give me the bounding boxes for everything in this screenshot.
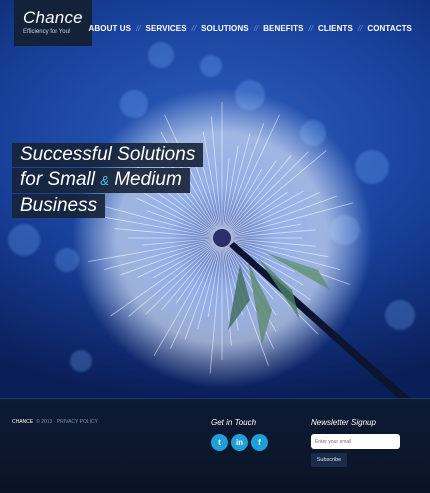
headline-line-1: Successful Solutions	[12, 143, 204, 167]
nav-item-about-us[interactable]: ABOUT US	[89, 24, 132, 33]
hero-headline: Successful Solutions for Small & Medium …	[12, 143, 204, 219]
social-links: t in f	[211, 434, 271, 451]
copyright-text[interactable]: © 2013 · PRIVACY POLICY	[36, 419, 98, 425]
nav-separator: //	[253, 24, 259, 33]
twitter-icon[interactable]: t	[211, 434, 228, 451]
headline-line-2: for Small & Medium	[12, 168, 190, 193]
nav-separator: //	[136, 24, 141, 33]
nav-separator: //	[191, 24, 197, 33]
logo-title: Chance	[23, 8, 83, 27]
nav-item-benefits[interactable]: BENEFITS	[263, 24, 303, 33]
headline-line-3: Business	[12, 194, 106, 218]
footer-brand: CHANCE	[12, 419, 34, 425]
nav-item-solutions[interactable]: SOLUTIONS	[201, 24, 249, 33]
facebook-icon[interactable]: f	[251, 434, 268, 451]
main-nav: ABOUT US // SERVICES // SOLUTIONS // BEN…	[89, 24, 413, 33]
newsletter-title: Newsletter Signup	[311, 418, 376, 427]
copyright: CHANCE © 2013 · PRIVACY POLICY	[12, 419, 98, 425]
subscribe-button[interactable]: Subscribe	[311, 453, 347, 467]
nav-item-clients[interactable]: CLIENTS	[318, 24, 353, 33]
site-logo[interactable]: Chance Efficiency for You!	[14, 0, 92, 46]
newsletter-email-input[interactable]	[311, 434, 400, 449]
headline-ampersand: &	[100, 173, 109, 188]
headline-line-2-end: Medium	[114, 169, 182, 190]
headline-line-2-start: for Small	[20, 169, 95, 190]
nav-separator: //	[308, 24, 313, 33]
get-in-touch-title: Get in Touch	[211, 418, 257, 427]
linkedin-icon[interactable]: in	[231, 434, 248, 451]
nav-separator: //	[357, 24, 363, 33]
logo-tagline: Efficiency for You!	[23, 29, 71, 35]
nav-item-contacts[interactable]: CONTACTS	[367, 24, 412, 33]
nav-item-services[interactable]: SERVICES	[146, 24, 187, 33]
